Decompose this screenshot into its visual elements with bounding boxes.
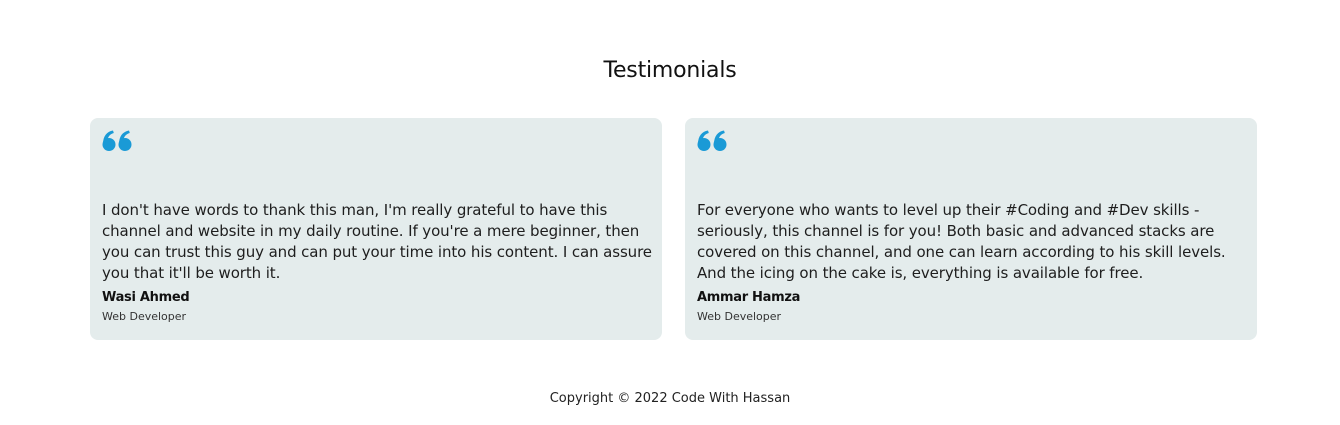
testimonial-author-name: Wasi Ahmed <box>102 290 190 305</box>
quote-icon <box>102 130 132 151</box>
section-title: Testimonials <box>603 58 737 83</box>
testimonial-author-role: Web Developer <box>697 310 782 323</box>
quote-icon <box>697 130 727 151</box>
footer-copyright: Copyright © 2022 Code With Hassan <box>549 391 791 406</box>
testimonials-list: I don't have words to thank this man, I'… <box>90 118 1257 340</box>
testimonial-quote: I don't have words to thank this man, I'… <box>102 201 652 282</box>
testimonial-author-role: Web Developer <box>102 310 187 323</box>
testimonial-card: For everyone who wants to level up their… <box>685 118 1257 340</box>
testimonial-card: I don't have words to thank this man, I'… <box>90 118 662 340</box>
testimonial-quote: For everyone who wants to level up their… <box>697 201 1226 282</box>
testimonial-author-name: Ammar Hamza <box>697 290 801 305</box>
